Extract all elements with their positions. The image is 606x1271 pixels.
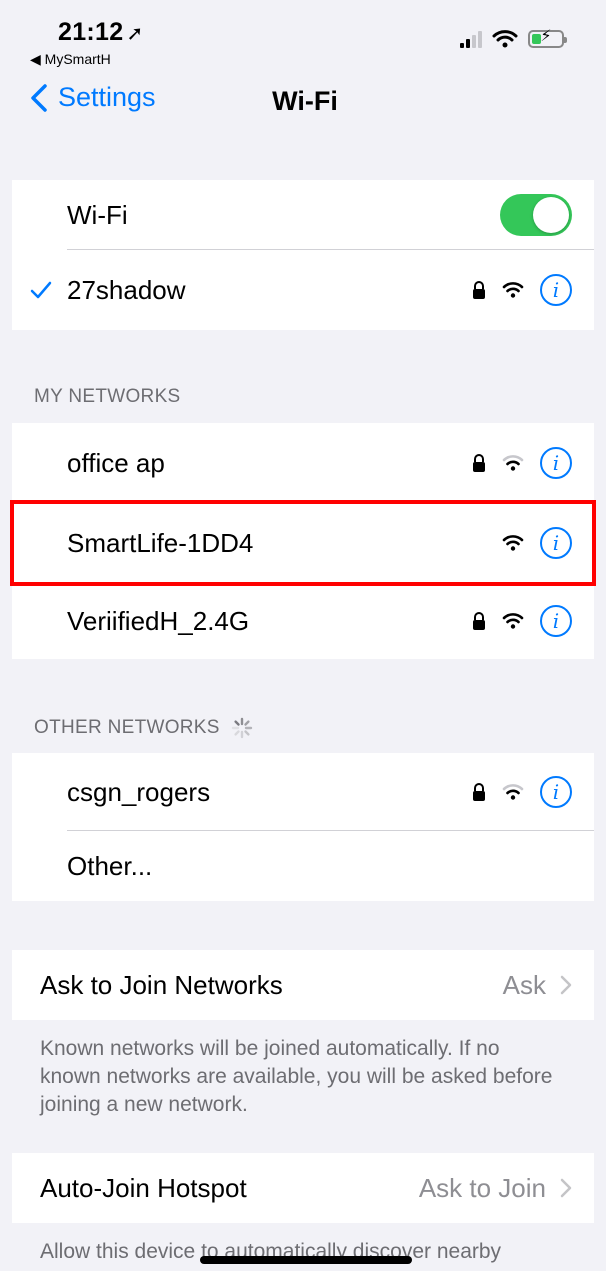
battery-icon: ⚡ — [528, 28, 567, 48]
info-icon[interactable]: i — [540, 447, 572, 479]
ask-to-join-label: Ask to Join Networks — [40, 969, 283, 1000]
my-networks-group: office ap i SmartLife-1DD4 i VeriifiedH_… — [12, 423, 594, 659]
network-name: 27shadow — [67, 274, 186, 305]
ask-to-join-value: Ask — [503, 970, 572, 1001]
wifi-signal-icon — [502, 282, 524, 298]
ask-to-join-value-text: Ask — [502, 969, 546, 1000]
auto-join-value-text: Ask to Join — [418, 1172, 546, 1203]
auto-join-label: Auto-Join Hotspot — [40, 1172, 247, 1203]
other-networks-header: OTHER NETWORKS — [34, 716, 254, 740]
status-time: 21:12 ➚ — [58, 18, 144, 46]
chevron-right-icon — [560, 975, 572, 995]
auto-join-row[interactable]: Auto-Join Hotspot Ask to Join — [12, 1153, 594, 1223]
network-row[interactable]: SmartLife-1DD4 i — [12, 503, 594, 583]
info-icon[interactable]: i — [540, 605, 572, 637]
home-indicator[interactable] — [200, 1256, 412, 1264]
other-network-label: Other... — [67, 850, 153, 881]
status-icons: ⚡ — [460, 26, 567, 52]
chevron-right-icon — [560, 1178, 572, 1198]
location-arrow-icon: ➚ — [126, 23, 144, 45]
wifi-signal-icon — [502, 455, 524, 471]
other-networks-header-label: OTHER NETWORKS — [34, 717, 220, 738]
lock-icon — [473, 612, 485, 630]
wifi-toggle-switch[interactable] — [500, 194, 572, 236]
connected-network-row[interactable]: 27shadow i — [12, 250, 594, 330]
wifi-toggle-row: Wi-Fi — [12, 180, 594, 250]
lock-icon — [473, 454, 485, 472]
network-row[interactable]: VeriifiedH_2.4G i — [12, 583, 594, 659]
info-icon[interactable]: i — [540, 527, 572, 559]
ask-to-join-row[interactable]: Ask to Join Networks Ask — [12, 950, 594, 1020]
ask-to-join-group: Ask to Join Networks Ask — [12, 950, 594, 1020]
wifi-signal-icon — [502, 535, 524, 551]
lock-icon — [473, 281, 485, 299]
loading-spinner-icon — [231, 717, 252, 739]
wifi-status-icon — [492, 30, 518, 48]
checkmark-icon — [30, 281, 52, 299]
network-name: office ap — [67, 447, 165, 478]
wifi-signal-icon — [502, 784, 524, 800]
status-bar: 21:12 ➚ ◀ MySmartH ⚡ — [0, 0, 606, 80]
auto-join-value: Ask to Join — [419, 1173, 572, 1204]
network-name: SmartLife-1DD4 — [67, 527, 254, 558]
network-name: csgn_rogers — [67, 776, 211, 807]
auto-join-group: Auto-Join Hotspot Ask to Join — [12, 1153, 594, 1223]
navigation-bar: Settings Wi-Fi — [0, 80, 606, 130]
other-networks-group: csgn_rogers i Other... — [12, 753, 594, 901]
info-icon[interactable]: i — [540, 776, 572, 808]
network-row[interactable]: office ap i — [12, 423, 594, 503]
network-row[interactable]: csgn_rogers i — [12, 753, 594, 831]
info-icon[interactable]: i — [540, 274, 572, 306]
my-networks-header: MY NETWORKS — [34, 386, 181, 407]
back-to-app-link[interactable]: ◀ MySmartH — [30, 51, 111, 68]
cellular-signal-icon — [460, 30, 482, 48]
page-title: Wi-Fi — [272, 86, 338, 116]
wifi-toggle-label: Wi-Fi — [67, 199, 128, 230]
lock-icon — [473, 783, 485, 801]
network-name: VeriifiedH_2.4G — [67, 605, 250, 636]
other-network-row[interactable]: Other... — [12, 831, 594, 901]
wifi-signal-icon — [502, 613, 524, 629]
ask-to-join-footer: Known networks will be joined automatica… — [40, 1037, 553, 1116]
wifi-main-group: Wi-Fi 27shadow i — [12, 180, 594, 330]
